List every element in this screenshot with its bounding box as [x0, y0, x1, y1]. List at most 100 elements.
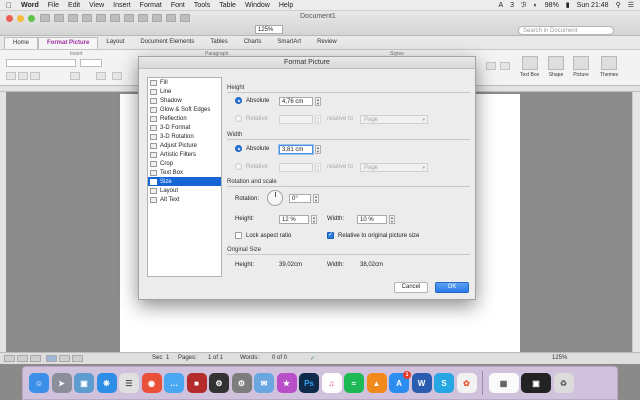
tab-layout[interactable]: Layout: [98, 37, 132, 49]
tab-document-elements[interactable]: Document Elements: [132, 37, 202, 49]
close-window-icon[interactable]: [6, 15, 13, 22]
category-layout[interactable]: Layout: [148, 186, 221, 195]
tab-home[interactable]: Home: [4, 37, 39, 49]
menu-tools[interactable]: Tools: [194, 2, 210, 9]
picture-button[interactable]: Picture: [573, 56, 589, 78]
toolbox-icon[interactable]: [180, 14, 190, 22]
category-artistic-filters[interactable]: Artistic Filters: [148, 150, 221, 159]
view-outline-button[interactable]: [17, 355, 28, 362]
notification-center-icon[interactable]: ☰: [628, 1, 634, 9]
photoshop-icon[interactable]: Ps: [299, 373, 319, 393]
open-icon[interactable]: [54, 14, 64, 22]
vertical-ruler[interactable]: [0, 92, 6, 352]
menu-app-word[interactable]: Word: [21, 2, 39, 9]
width-relative-input[interactable]: [279, 163, 313, 172]
scale-width-input[interactable]: 10 %: [357, 215, 387, 224]
height-absolute-stepper[interactable]: ▲ ▼: [315, 97, 321, 106]
system-preferences-icon[interactable]: ⚙: [231, 373, 252, 393]
clock[interactable]: Sun 21:48: [577, 2, 609, 9]
tab-review[interactable]: Review: [309, 37, 345, 49]
menu-edit[interactable]: Edit: [68, 2, 80, 9]
vertical-scrollbar[interactable]: [632, 92, 640, 352]
chrome-icon[interactable]: ◉: [141, 373, 162, 393]
width-relative-to-select[interactable]: Page ▾: [360, 163, 428, 172]
spotlight-icon[interactable]: ⚲: [616, 1, 621, 9]
gallery-icon[interactable]: [166, 14, 176, 22]
sidebar-icon[interactable]: [152, 14, 162, 22]
scale-height-input[interactable]: 12 %: [279, 215, 309, 224]
word-icon[interactable]: W: [411, 373, 432, 393]
activity-monitor-icon[interactable]: ⚙: [209, 373, 229, 393]
status-zoom[interactable]: 125%: [552, 355, 567, 361]
view-publishing-button[interactable]: [30, 355, 41, 362]
font-color-button[interactable]: [96, 72, 106, 80]
height-relative-input[interactable]: [279, 115, 313, 124]
trash-icon[interactable]: ♻: [553, 373, 574, 393]
height-relative-stepper[interactable]: ▲ ▼: [315, 115, 321, 124]
italic-button[interactable]: [18, 72, 28, 80]
preview-icon[interactable]: ▣: [74, 373, 94, 393]
search-document-input[interactable]: Search in Document: [518, 26, 614, 35]
mail-icon[interactable]: ✉: [254, 373, 274, 393]
width-relative-stepper[interactable]: ▲ ▼: [315, 163, 321, 172]
shape-button[interactable]: Shape: [548, 56, 564, 78]
width-relative-radio[interactable]: [235, 163, 242, 170]
height-absolute-input[interactable]: 4,76 cm: [279, 97, 313, 106]
font-size-select[interactable]: [80, 59, 102, 67]
text-box-button[interactable]: Text Box: [520, 56, 539, 78]
category-glow[interactable]: Glow & Soft Edges: [148, 105, 221, 114]
category-shadow[interactable]: Shadow: [148, 96, 221, 105]
save-icon[interactable]: [68, 14, 78, 22]
menu-file[interactable]: File: [48, 2, 59, 9]
width-absolute-stepper[interactable]: ▲ ▼: [315, 145, 321, 154]
rotation-dial[interactable]: [267, 190, 283, 206]
menu-insert[interactable]: Insert: [113, 2, 131, 9]
safari-icon[interactable]: ❋: [96, 373, 117, 393]
adobe-icon[interactable]: A: [498, 2, 503, 9]
relative-original-size-checkbox[interactable]: ✓: [327, 232, 334, 239]
vlc-icon[interactable]: ▲: [366, 373, 387, 393]
tab-tables[interactable]: Tables: [202, 37, 235, 49]
category-size[interactable]: Size: [148, 177, 221, 186]
facetime-icon[interactable]: ★: [276, 373, 297, 393]
scale-height-stepper[interactable]: ▲ ▼: [311, 215, 317, 224]
spotify-icon[interactable]: ≈: [344, 373, 364, 393]
category-alt-text[interactable]: Alt Text: [148, 195, 221, 204]
height-relative-radio[interactable]: [235, 115, 242, 122]
calendar-icon[interactable]: ▦: [488, 373, 519, 393]
highlight-button[interactable]: [70, 72, 80, 80]
finder-icon[interactable]: ☺: [29, 373, 49, 393]
category-fill[interactable]: Fill: [148, 78, 221, 87]
photos-icon[interactable]: ✿: [456, 373, 477, 393]
view-print-layout-button[interactable]: [46, 355, 57, 362]
cancel-button[interactable]: Cancel: [394, 282, 428, 293]
themes-button[interactable]: Themes: [600, 56, 618, 78]
new-document-icon[interactable]: [40, 14, 50, 22]
category-text-box[interactable]: Text Box: [148, 168, 221, 177]
underline-button[interactable]: [30, 72, 40, 80]
tab-charts[interactable]: Charts: [236, 37, 270, 49]
view-notebook-button[interactable]: [59, 355, 70, 362]
category-crop[interactable]: Crop: [148, 159, 221, 168]
category-3d-rotation[interactable]: 3-D Rotation: [148, 132, 221, 141]
width-absolute-input[interactable]: 3,81 cm: [279, 145, 313, 154]
battery-percent[interactable]: 98%: [545, 2, 559, 9]
styles-next-button[interactable]: [500, 62, 510, 70]
clear-format-button[interactable]: [112, 72, 122, 80]
category-line[interactable]: Line: [148, 87, 221, 96]
columns-icon[interactable]: [138, 14, 148, 22]
ok-button[interactable]: OK: [435, 282, 469, 293]
itunes-icon[interactable]: ♫: [321, 373, 342, 393]
undo-icon[interactable]: [96, 14, 106, 22]
category-reflection[interactable]: Reflection: [148, 114, 221, 123]
tab-smartart[interactable]: SmartArt: [269, 37, 309, 49]
zoom-window-icon[interactable]: [28, 15, 35, 22]
launchpad-icon[interactable]: ➤: [51, 373, 72, 393]
wifi-icon[interactable]: ◐: [534, 2, 538, 9]
appstore-icon[interactable]: A1: [389, 371, 411, 393]
menu-window[interactable]: Window: [245, 2, 270, 9]
view-draft-button[interactable]: [4, 355, 15, 362]
menu-format[interactable]: Format: [140, 2, 162, 9]
menu-view[interactable]: View: [89, 2, 104, 9]
bluetooth-icon[interactable]: ℬ: [521, 1, 527, 9]
